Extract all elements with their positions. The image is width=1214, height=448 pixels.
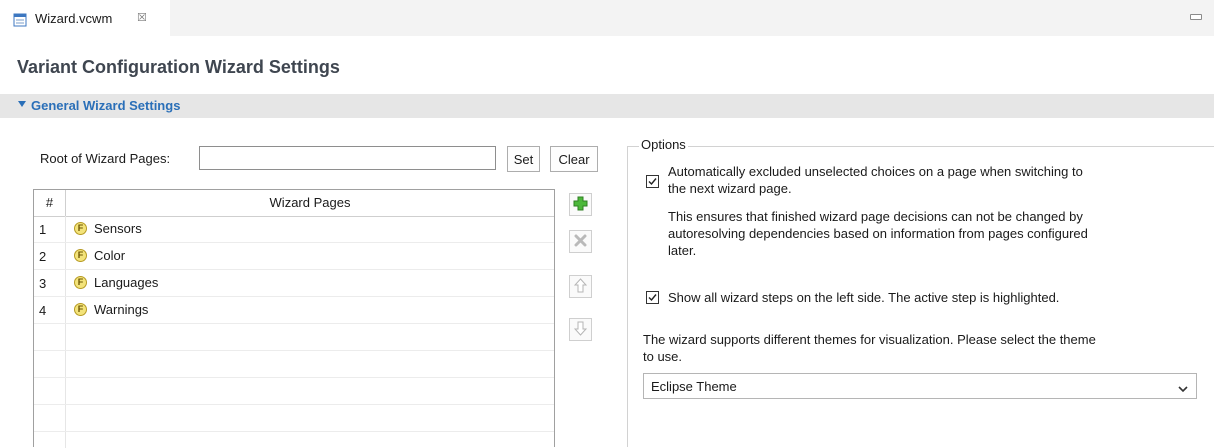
options-legend: Options [639, 137, 688, 152]
theme-select-value: Eclipse Theme [651, 379, 737, 394]
feature-icon: F [74, 276, 87, 289]
row-number: 1 [39, 222, 47, 237]
section-title: General Wizard Settings [31, 98, 181, 113]
show-steps-label[interactable]: Show all wizard steps on the left side. … [668, 289, 1059, 306]
auto-exclude-checkbox[interactable] [646, 175, 659, 188]
feature-icon: F [74, 249, 87, 262]
wizard-pages-table[interactable]: # Wizard Pages 1 F Sensors 2 F Color 3 F… [33, 189, 555, 448]
root-pages-label: Root of Wizard Pages: [40, 151, 171, 166]
row-number: 2 [39, 249, 47, 264]
show-steps-checkbox[interactable] [646, 291, 659, 304]
editor-tab-bar: Wizard.vcwm ☒ [0, 0, 1214, 36]
wizard-page-name: Color [94, 248, 126, 263]
close-tab-icon[interactable]: ☒ [137, 11, 147, 24]
editor-tab-wizard[interactable]: Wizard.vcwm ☒ [0, 0, 170, 36]
editor-tab-label: Wizard.vcwm [35, 11, 113, 26]
theme-text1: The wizard supports different themes for… [643, 332, 1096, 347]
table-row[interactable]: 2 F Color [34, 243, 554, 270]
table-row-empty [34, 378, 554, 405]
add-icon [573, 196, 588, 214]
wizard-page-name: Warnings [94, 302, 149, 317]
feature-icon: F [74, 303, 87, 316]
table-row[interactable]: 1 F Sensors [34, 216, 554, 243]
column-header-number[interactable]: # [34, 190, 66, 216]
table-row[interactable]: 4 F Warnings [34, 297, 554, 324]
root-pages-input[interactable] [199, 146, 496, 170]
feature-icon: F [74, 222, 87, 235]
remove-button[interactable] [569, 230, 592, 253]
expand-triangle-icon[interactable] [18, 101, 26, 107]
column-header-wizard-pages[interactable]: Wizard Pages [66, 190, 554, 216]
minimize-icon[interactable] [1190, 14, 1202, 20]
page-title: Variant Configuration Wizard Settings [17, 57, 340, 77]
table-row[interactable]: 3 F Languages [34, 270, 554, 297]
table-header: # Wizard Pages [34, 190, 554, 217]
auto-exclude-note3: later. [668, 243, 697, 258]
clear-button[interactable]: Clear [550, 146, 598, 172]
move-down-button[interactable] [569, 318, 592, 341]
check-icon [648, 294, 657, 302]
auto-exclude-label[interactable]: Automatically excluded unselected choice… [668, 163, 1083, 197]
add-button[interactable] [569, 193, 592, 216]
table-row-empty [34, 351, 554, 378]
wizard-page-name: Sensors [94, 221, 142, 236]
theme-select[interactable]: Eclipse Theme [643, 373, 1197, 399]
section-header-general[interactable]: General Wizard Settings [0, 94, 1214, 118]
theme-description: The wizard supports different themes for… [643, 331, 1096, 365]
row-number: 4 [39, 303, 47, 318]
table-row-empty [34, 324, 554, 351]
check-icon [648, 178, 657, 186]
auto-exclude-line2: the next wizard page. [668, 181, 792, 196]
auto-exclude-note: This ensures that finished wizard page d… [668, 208, 1088, 259]
auto-exclude-note1: This ensures that finished wizard page d… [668, 209, 1083, 224]
file-icon [13, 13, 27, 27]
move-up-button[interactable] [569, 275, 592, 298]
move-up-icon [573, 277, 588, 296]
auto-exclude-line1: Automatically excluded unselected choice… [668, 164, 1083, 179]
chevron-down-icon[interactable] [1178, 381, 1188, 396]
table-row-empty [34, 405, 554, 432]
wizard-page-name: Languages [94, 275, 159, 290]
row-number: 3 [39, 276, 47, 291]
move-down-icon [573, 321, 588, 339]
theme-text2: to use. [643, 349, 683, 364]
set-button[interactable]: Set [507, 146, 540, 172]
auto-exclude-note2: autoresolving dependencies based on info… [668, 226, 1088, 241]
remove-icon [574, 234, 587, 250]
